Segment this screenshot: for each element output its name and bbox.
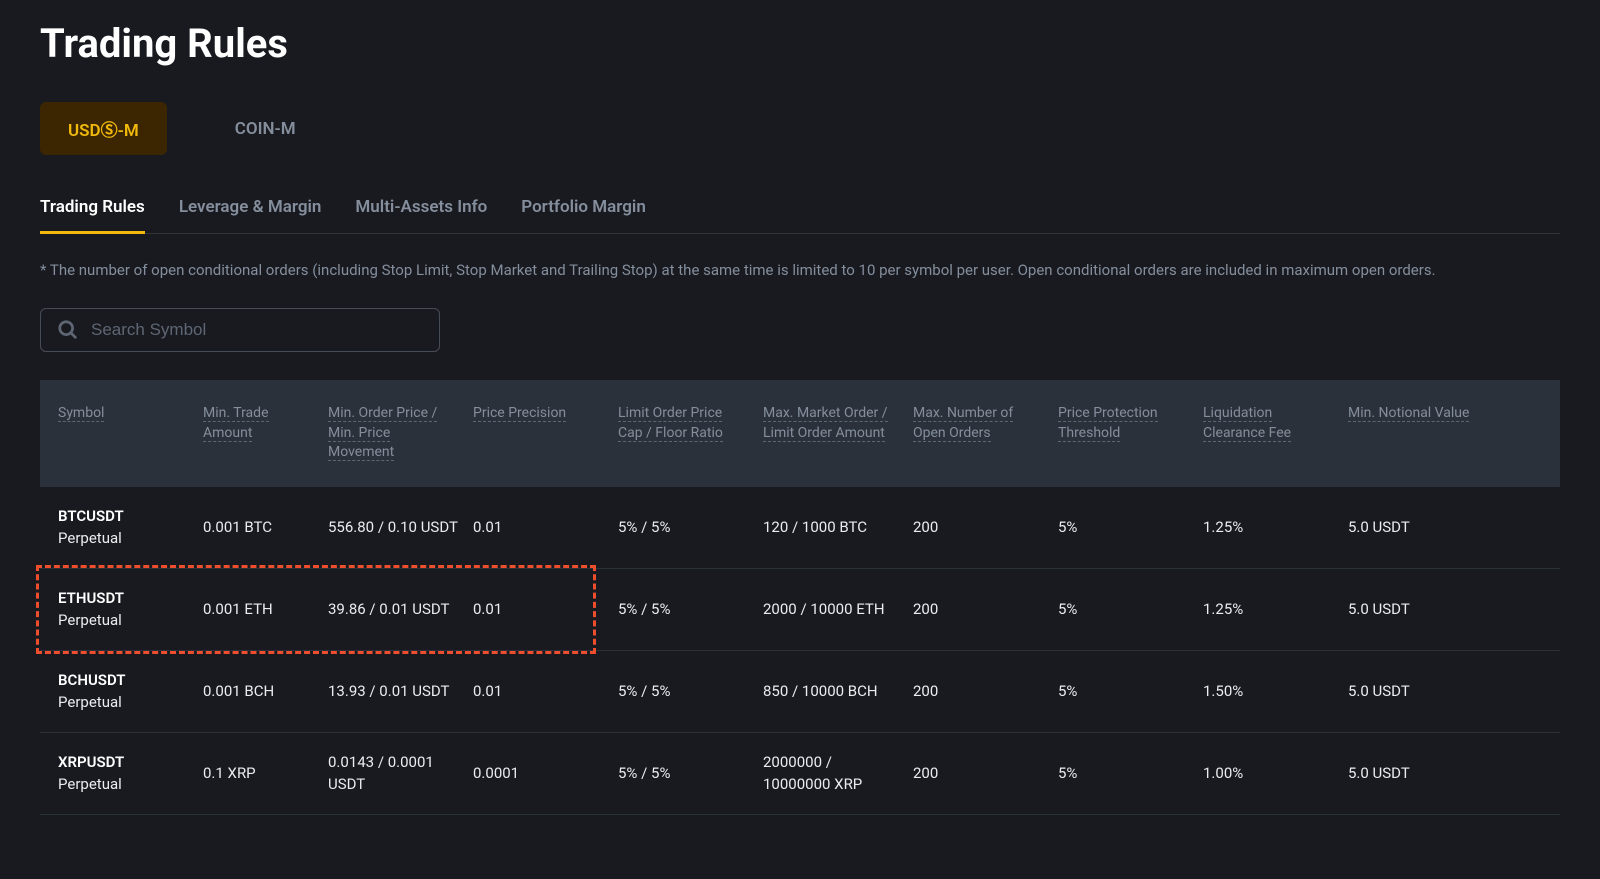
col-liquidation-fee: Liquidation Clearance Fee — [1203, 404, 1348, 463]
search-container[interactable] — [40, 308, 440, 352]
cell-max-market-order: 2000000 / 10000000 XRP — [763, 751, 913, 796]
cell-min-trade-amount: 0.001 ETH — [203, 587, 328, 632]
symbol-name: XRPUSDT — [58, 751, 189, 774]
cell-symbol: XRPUSDTPerpetual — [58, 751, 203, 796]
cell-price-precision: 0.0001 — [473, 751, 618, 796]
cell-price-protection: 5% — [1058, 669, 1203, 714]
tab-usdsm[interactable]: USDⓈ-M — [40, 102, 167, 155]
cell-max-open-orders: 200 — [913, 751, 1058, 796]
cell-max-open-orders: 200 — [913, 587, 1058, 632]
cell-symbol: ETHUSDTPerpetual — [58, 587, 203, 632]
cell-limit-order-ratio: 5% / 5% — [618, 505, 763, 550]
cell-max-market-order: 850 / 10000 BCH — [763, 669, 913, 714]
rules-table: Symbol Min. Trade Amount Min. Order Pric… — [40, 380, 1560, 815]
table-row[interactable]: ETHUSDTPerpetual0.001 ETH39.86 / 0.01 US… — [40, 569, 1560, 651]
cell-limit-order-ratio: 5% / 5% — [618, 587, 763, 632]
symbol-name: ETHUSDT — [58, 587, 189, 610]
cell-price-precision: 0.01 — [473, 669, 618, 714]
col-min-notional: Min. Notional Value — [1348, 404, 1493, 463]
sub-tabs: Trading Rules Leverage & Margin Multi-As… — [40, 185, 1560, 234]
cell-limit-order-ratio: 5% / 5% — [618, 669, 763, 714]
table-row[interactable]: BTCUSDTPerpetual0.001 BTC556.80 / 0.10 U… — [40, 487, 1560, 569]
symbol-name: BTCUSDT — [58, 505, 189, 528]
cell-min-notional: 5.0 USDT — [1348, 587, 1493, 632]
cell-price-protection: 5% — [1058, 505, 1203, 550]
subtab-trading-rules[interactable]: Trading Rules — [40, 185, 145, 234]
cell-liquidation-fee: 1.50% — [1203, 669, 1348, 714]
symbol-name: BCHUSDT — [58, 669, 189, 692]
cell-min-trade-amount: 0.1 XRP — [203, 751, 328, 796]
search-icon — [57, 319, 79, 341]
col-min-order-price: Min. Order Price / Min. Price Movement — [328, 404, 473, 463]
type-tabs: USDⓈ-M COIN-M — [40, 102, 1560, 155]
cell-limit-order-ratio: 5% / 5% — [618, 751, 763, 796]
cell-symbol: BCHUSDTPerpetual — [58, 669, 203, 714]
tab-coinm[interactable]: COIN-M — [207, 105, 324, 153]
cell-min-trade-amount: 0.001 BCH — [203, 669, 328, 714]
cell-max-market-order: 2000 / 10000 ETH — [763, 587, 913, 632]
cell-symbol: BTCUSDTPerpetual — [58, 505, 203, 550]
table-row[interactable]: XRPUSDTPerpetual0.1 XRP0.0143 / 0.0001 U… — [40, 733, 1560, 815]
col-min-trade-amount: Min. Trade Amount — [203, 404, 328, 463]
cell-price-precision: 0.01 — [473, 587, 618, 632]
cell-min-order-price: 13.93 / 0.01 USDT — [328, 669, 473, 714]
subtab-multi-assets[interactable]: Multi-Assets Info — [355, 185, 487, 234]
col-price-precision: Price Precision — [473, 404, 618, 463]
symbol-type: Perpetual — [58, 527, 189, 550]
cell-liquidation-fee: 1.25% — [1203, 505, 1348, 550]
cell-min-order-price: 556.80 / 0.10 USDT — [328, 505, 473, 550]
cell-liquidation-fee: 1.00% — [1203, 751, 1348, 796]
cell-price-precision: 0.01 — [473, 505, 618, 550]
subtab-leverage-margin[interactable]: Leverage & Margin — [179, 185, 322, 234]
table-body: BTCUSDTPerpetual0.001 BTC556.80 / 0.10 U… — [40, 487, 1560, 815]
subtab-portfolio-margin[interactable]: Portfolio Margin — [521, 185, 646, 234]
cell-min-notional: 5.0 USDT — [1348, 751, 1493, 796]
page-title: Trading Rules — [40, 20, 1560, 67]
search-input[interactable] — [91, 320, 423, 340]
symbol-type: Perpetual — [58, 691, 189, 714]
cell-max-market-order: 120 / 1000 BTC — [763, 505, 913, 550]
note-text: * The number of open conditional orders … — [40, 258, 1560, 282]
cell-min-order-price: 39.86 / 0.01 USDT — [328, 587, 473, 632]
symbol-type: Perpetual — [58, 773, 189, 796]
cell-price-protection: 5% — [1058, 587, 1203, 632]
cell-liquidation-fee: 1.25% — [1203, 587, 1348, 632]
cell-min-notional: 5.0 USDT — [1348, 505, 1493, 550]
col-max-market-order: Max. Market Order / Limit Order Amount — [763, 404, 913, 463]
cell-min-notional: 5.0 USDT — [1348, 669, 1493, 714]
col-price-protection: Price Protection Threshold — [1058, 404, 1203, 463]
col-max-open-orders: Max. Number of Open Orders — [913, 404, 1058, 463]
table-header: Symbol Min. Trade Amount Min. Order Pric… — [40, 380, 1560, 487]
cell-min-order-price: 0.0143 / 0.0001 USDT — [328, 751, 473, 796]
cell-price-protection: 5% — [1058, 751, 1203, 796]
cell-min-trade-amount: 0.001 BTC — [203, 505, 328, 550]
symbol-type: Perpetual — [58, 609, 189, 632]
cell-max-open-orders: 200 — [913, 669, 1058, 714]
col-symbol: Symbol — [58, 404, 203, 463]
table-row[interactable]: BCHUSDTPerpetual0.001 BCH13.93 / 0.01 US… — [40, 651, 1560, 733]
cell-max-open-orders: 200 — [913, 505, 1058, 550]
col-limit-order-ratio: Limit Order Price Cap / Floor Ratio — [618, 404, 763, 463]
